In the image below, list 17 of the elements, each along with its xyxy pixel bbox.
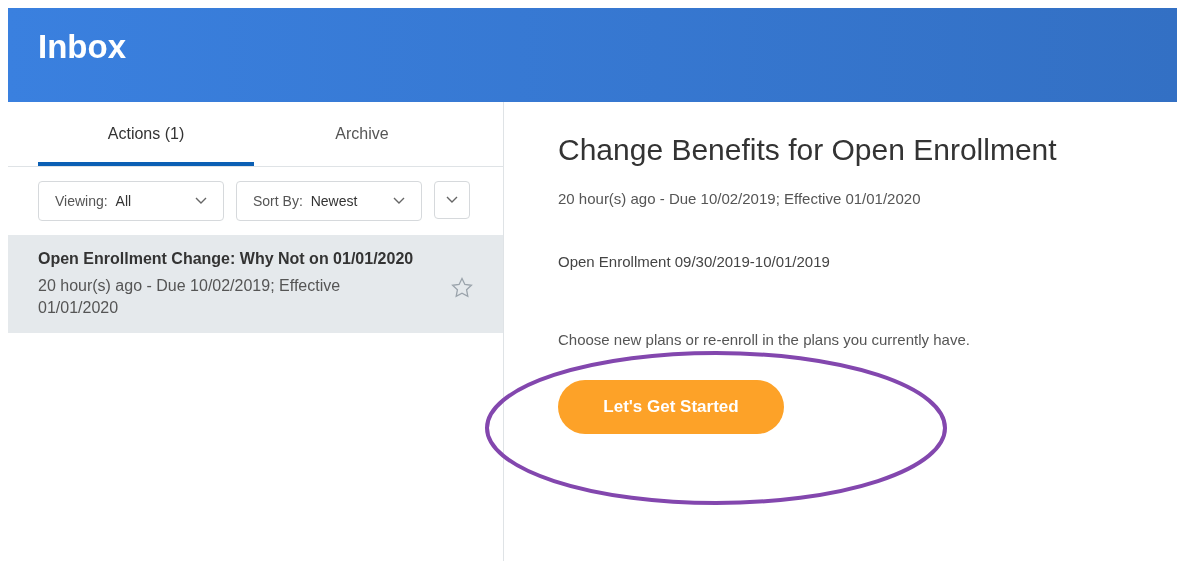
- page-title: Inbox: [38, 28, 126, 66]
- tab[interactable]: Archive: [254, 102, 470, 166]
- filter-dropdown[interactable]: Viewing: All: [38, 181, 224, 221]
- more-button[interactable]: [434, 181, 470, 219]
- chevron-down-icon: [393, 197, 405, 205]
- detail-meta: 20 hour(s) ago - Due 10/02/2019; Effective 01/01/2020: [558, 189, 921, 209]
- item-subtitle: 20 hour(s) ago - Due 10/02/2019; Effective 01/01/2020: [38, 276, 342, 318]
- inbox-item[interactable]: Open Enrollment Change: Why Not on 01/01/2020 20 hour(s) ago - Due 10/02/2019; Effective 01/01/2020: [8, 235, 503, 333]
- detail-title: Change Benefits for Open Enrollment: [558, 132, 1057, 168]
- chevron-down-icon: [195, 197, 207, 205]
- filter-dropdown[interactable]: Sort By: Newest: [236, 181, 422, 221]
- star-icon[interactable]: [451, 277, 473, 298]
- item-title: Open Enrollment Change: Why Not on 01/01/2020: [38, 249, 414, 269]
- description-text: Choose new plans or re-enroll in the plans you currently have.: [558, 330, 970, 350]
- enrollment-period: Open Enrollment 09/30/2019-10/01/2019: [558, 251, 830, 272]
- tab[interactable]: Actions (1): [38, 102, 254, 166]
- chevron-down-icon: [446, 196, 458, 204]
